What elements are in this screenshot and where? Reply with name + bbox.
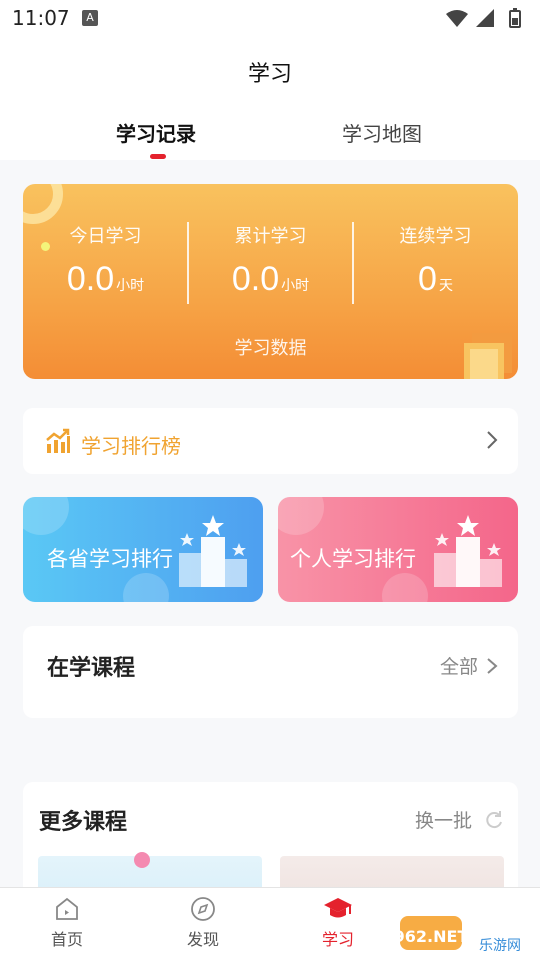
stat-today-label: 今日学习: [69, 226, 142, 247]
nav-discover[interactable]: 发现: [158, 896, 248, 950]
decorative-circle: [23, 497, 69, 535]
stat-total-label: 累计学习: [234, 226, 307, 247]
stat-today-value: 0.0: [66, 260, 115, 298]
refresh-button[interactable]: 换一批: [415, 806, 504, 833]
refresh-icon: [486, 811, 502, 829]
active-tab-indicator: [150, 154, 166, 159]
more-courses: 更多课程 换一批: [23, 782, 518, 902]
view-all-label: 全部: [439, 656, 478, 678]
refresh-label: 换一批: [414, 810, 472, 832]
nav-discover-label: 发现: [186, 930, 219, 949]
tab-study-record[interactable]: 学习记录: [116, 118, 196, 147]
page-header: 学习 学习记录 学习地图: [0, 36, 540, 160]
chevron-right-icon: [487, 658, 498, 674]
podium-icon: [179, 515, 247, 587]
watermark-brand: 962.NET: [400, 927, 468, 946]
study-stats-card[interactable]: 今日学习 0.0 小时 累计学习 0.0 小时 连续学习 0天 学习数据: [23, 184, 518, 379]
decorative-dot: [134, 852, 150, 868]
province-ranking-card[interactable]: 各省学习排行: [23, 497, 263, 602]
decorative-circle: [382, 573, 428, 602]
nav-home-label: 首页: [50, 930, 83, 949]
signal-icon: [476, 9, 494, 27]
stat-streak-value: 0: [418, 260, 437, 298]
leaderboard-label: 学习排行榜: [81, 434, 181, 458]
stat-total-value: 0.0: [231, 260, 280, 298]
compass-icon: [191, 897, 215, 921]
chart-growth-icon: [46, 428, 70, 453]
section-title: 更多课程: [39, 810, 128, 835]
stat-total-unit: 小时: [281, 278, 310, 294]
home-icon: [56, 897, 78, 920]
view-all-button[interactable]: 全部: [440, 652, 498, 679]
status-bar: 11:07 A: [0, 0, 540, 36]
decorative-circle: [123, 573, 169, 602]
status-icons: [444, 8, 530, 32]
nav-home[interactable]: 首页: [22, 896, 112, 950]
province-ranking-label: 各省学习排行: [47, 547, 173, 571]
chevron-right-icon: [487, 431, 498, 449]
graduation-cap-icon: [324, 898, 352, 918]
wifi-icon: [446, 10, 468, 27]
decorative-ring: [23, 184, 63, 224]
podium-icon: [434, 515, 502, 587]
watermark-sub: 乐游网: [479, 938, 521, 954]
nav-study[interactable]: 学习: [293, 896, 383, 950]
stat-total: 累计学习 0.0 小时: [188, 222, 353, 299]
nav-study-label: 学习: [321, 930, 354, 949]
page-title: 学习: [247, 62, 292, 87]
study-data-link[interactable]: 学习数据: [23, 334, 518, 360]
tab-study-map[interactable]: 学习地图: [342, 118, 422, 147]
battery-icon: [509, 8, 521, 28]
stat-streak: 连续学习 0天: [353, 222, 518, 299]
section-title: 在学课程: [47, 656, 136, 681]
stat-streak-label: 连续学习: [399, 226, 472, 247]
stat-streak-unit: 天: [438, 278, 453, 294]
in-progress-courses: 在学课程 全部: [23, 626, 518, 718]
decorative-circle: [278, 497, 324, 535]
personal-ranking-card[interactable]: 个人学习排行: [278, 497, 518, 602]
stat-today-unit: 小时: [116, 278, 145, 294]
watermark-logo-icon: 962.NET 乐游网: [394, 916, 521, 954]
site-watermark: 962.NET 乐游网: [394, 912, 532, 954]
stat-today: 今日学习 0.0 小时: [23, 222, 188, 299]
status-time: 11:07: [12, 6, 70, 30]
leaderboard-row[interactable]: 学习排行榜: [23, 408, 518, 474]
personal-ranking-label: 个人学习排行: [290, 547, 416, 571]
notification-icon: A: [82, 10, 98, 26]
